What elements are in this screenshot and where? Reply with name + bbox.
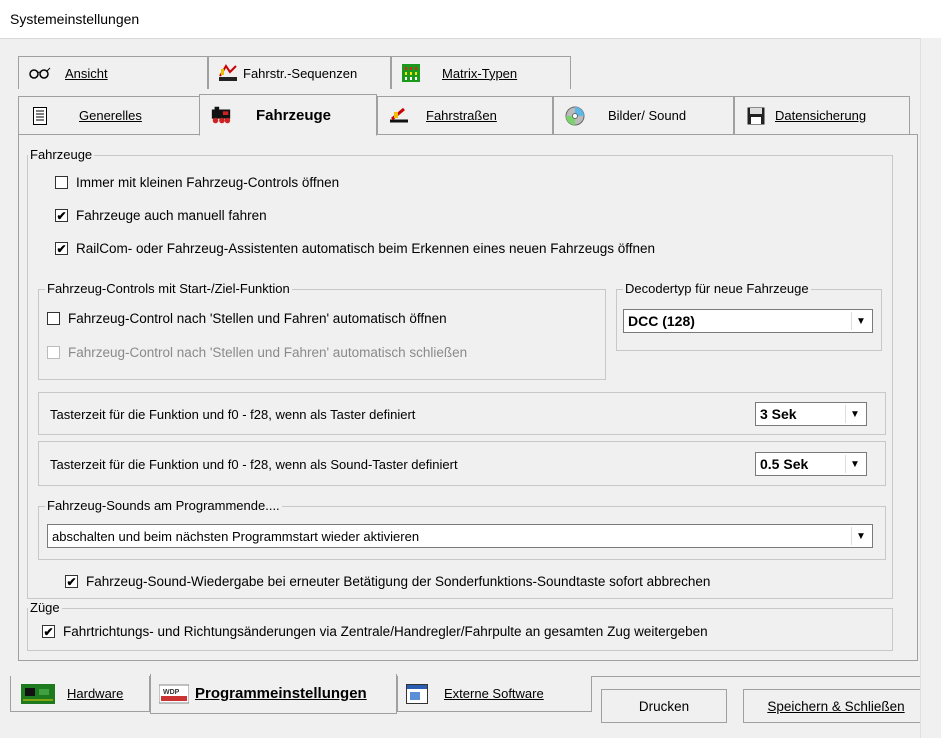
- checkbox-label: Immer mit kleinen Fahrzeug-Controls öffn…: [76, 175, 340, 190]
- group-legend: Züge: [28, 600, 62, 615]
- title-divider: [0, 38, 941, 39]
- wdp-icon: WDP: [159, 683, 189, 705]
- close-control-checkbox: Fahrzeug-Control nach 'Stellen und Fahre…: [47, 345, 467, 360]
- tab-datensicherung[interactable]: Datensicherung: [734, 96, 910, 134]
- fahrzeuge-group: Fahrzeuge Immer mit kleinen Fahrzeug-Con…: [27, 147, 893, 599]
- sound-taster-time-select[interactable]: 0.5 Sek ▼: [755, 452, 867, 476]
- settings-panel: Fahrzeuge Immer mit kleinen Fahrzeug-Con…: [18, 134, 918, 661]
- sound-taster-time-value: 0.5 Sek: [760, 456, 809, 472]
- chevron-down-icon[interactable]: ▼: [845, 455, 864, 473]
- railcom-checkbox[interactable]: ✔ RailCom- oder Fahrzeug-Assistenten aut…: [55, 241, 655, 256]
- tab-programmeinstellungen[interactable]: WDP Programmeinstellungen: [150, 674, 397, 714]
- group-legend: Decodertyp für neue Fahrzeuge: [623, 281, 811, 296]
- circuit-board-icon: [21, 683, 55, 704]
- window-icon: [406, 683, 428, 704]
- taster-time-select[interactable]: 3 Sek ▼: [755, 402, 867, 426]
- tab-label: Externe Software: [444, 686, 544, 701]
- checkbox-label: RailCom- oder Fahrzeug-Assistenten autom…: [76, 241, 656, 256]
- sequence-icon: [217, 64, 239, 82]
- checkbox-label: Fahrzeug-Control nach 'Stellen und Fahre…: [68, 345, 468, 360]
- tab-fahrstrassen[interactable]: Fahrstraßen: [377, 96, 553, 134]
- manual-drive-checkbox[interactable]: ✔ Fahrzeuge auch manuell fahren: [55, 208, 267, 223]
- group-legend: Fahrzeug-Controls mit Start-/Ziel-Funkti…: [45, 281, 292, 296]
- checkbox-label: Fahrzeuge auch manuell fahren: [76, 208, 267, 223]
- cd-icon: [564, 106, 586, 125]
- tab-fahrstr-sequenzen[interactable]: Fahrstr.-Sequenzen: [208, 56, 391, 89]
- tab-label: Bilder/ Sound: [608, 108, 687, 123]
- taster-label: Tasterzeit für die Funktion und f0 - f28…: [50, 407, 416, 422]
- tab-label: Programmeinstellungen: [195, 685, 367, 702]
- sound-abort-checkbox[interactable]: ✔ Fahrzeug-Sound-Wiedergabe bei erneuter…: [65, 574, 710, 589]
- decoder-value: DCC (128): [628, 313, 695, 329]
- tab-label: Fahrzeuge: [256, 106, 332, 124]
- checkbox-label: Fahrzeug-Sound-Wiedergabe bei erneuter B…: [86, 574, 711, 589]
- window-title: Systemeinstellungen: [10, 11, 140, 27]
- tab-ansicht[interactable]: Ansicht: [18, 56, 208, 89]
- decoder-select[interactable]: DCC (128) ▼: [623, 309, 873, 333]
- checkbox-box[interactable]: ✔: [65, 575, 78, 588]
- sounds-end-group: Fahrzeug-Sounds am Programmende.... absc…: [38, 498, 886, 560]
- checkbox-box[interactable]: ✔: [42, 625, 55, 638]
- open-control-checkbox[interactable]: Fahrzeug-Control nach 'Stellen und Fahre…: [47, 311, 447, 326]
- checkbox-label: Fahrzeug-Control nach 'Stellen und Fahre…: [68, 311, 447, 326]
- taster-row: Tasterzeit für die Funktion und f0 - f28…: [38, 392, 886, 435]
- checkbox-label: Fahrtrichtungs- und Richtungsänderungen …: [63, 624, 708, 639]
- chevron-down-icon[interactable]: ▼: [851, 527, 870, 545]
- start-ziel-group: Fahrzeug-Controls mit Start-/Ziel-Funkti…: [38, 281, 606, 380]
- save-close-button[interactable]: Speichern & Schließen: [743, 689, 929, 723]
- chevron-down-icon[interactable]: ▼: [845, 405, 864, 423]
- matrix-icon: [400, 64, 422, 82]
- tab-externe-software[interactable]: Externe Software: [397, 676, 592, 712]
- tab-bilder-sound[interactable]: Bilder/ Sound: [553, 96, 734, 134]
- sound-taster-row: Tasterzeit für die Funktion und f0 - f28…: [38, 441, 886, 486]
- decoder-group: Decodertyp für neue Fahrzeuge DCC (128) …: [616, 281, 882, 351]
- group-legend: Fahrzeuge: [28, 147, 95, 162]
- checkbox-box[interactable]: ✔: [55, 209, 68, 222]
- tab-hardware[interactable]: Hardware: [10, 676, 150, 712]
- tab-label: Ansicht: [65, 65, 108, 81]
- tab-label: Fahrstr.-Sequenzen: [243, 65, 358, 81]
- locomotive-icon: [210, 106, 232, 124]
- direction-checkbox[interactable]: ✔ Fahrtrichtungs- und Richtungsänderunge…: [42, 624, 708, 639]
- scrollbar[interactable]: [920, 38, 941, 738]
- chevron-down-icon[interactable]: ▼: [851, 312, 870, 330]
- checkbox-box[interactable]: [55, 176, 68, 189]
- floppy-icon: [745, 107, 767, 125]
- taster-time-value: 3 Sek: [760, 406, 797, 422]
- tab-generelles[interactable]: Generelles: [18, 96, 201, 134]
- sound-taster-label: Tasterzeit für die Funktion und f0 - f28…: [50, 457, 458, 472]
- svg-text:WDP: WDP: [163, 689, 180, 696]
- checkbox-box: [47, 346, 60, 359]
- button-label: Speichern & Schließen: [767, 698, 905, 714]
- group-legend: Fahrzeug-Sounds am Programmende....: [45, 498, 282, 513]
- tab-label: Matrix-Typen: [442, 65, 518, 81]
- title-bar: Systemeinstellungen: [0, 0, 941, 38]
- tab-fahrzeuge[interactable]: Fahrzeuge: [199, 94, 377, 136]
- tab-label: Generelles: [79, 108, 142, 123]
- tab-label: Fahrstraßen: [426, 108, 497, 123]
- tab-label: Datensicherung: [775, 108, 867, 123]
- zuege-group: Züge ✔ Fahrtrichtungs- und Richtungsände…: [27, 600, 893, 651]
- document-icon: [29, 106, 51, 125]
- sounds-end-value: abschalten und beim nächsten Programmsta…: [52, 528, 420, 544]
- route-icon: [388, 107, 410, 125]
- sounds-end-select[interactable]: abschalten und beim nächsten Programmsta…: [47, 524, 873, 548]
- checkbox-box[interactable]: ✔: [55, 242, 68, 255]
- small-controls-checkbox[interactable]: Immer mit kleinen Fahrzeug-Controls öffn…: [55, 175, 339, 190]
- tab-matrix-typen[interactable]: Matrix-Typen: [391, 56, 571, 89]
- print-button[interactable]: Drucken: [601, 689, 727, 723]
- glasses-icon: [29, 64, 51, 82]
- checkbox-box[interactable]: [47, 312, 60, 325]
- tab-label: Hardware: [67, 686, 124, 701]
